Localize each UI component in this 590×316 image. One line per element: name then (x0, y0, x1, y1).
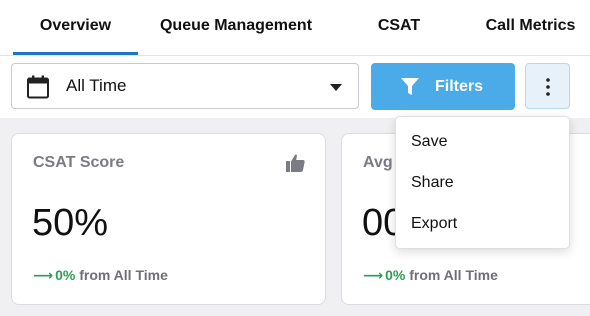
tab-bar: Overview Queue Management CSAT Call Metr… (0, 0, 590, 56)
date-range-label: All Time (66, 76, 127, 95)
arrow-right-icon: ⟶ (363, 267, 384, 283)
thumbs-up-icon (286, 154, 305, 172)
change-percent: 0% (55, 267, 76, 283)
menu-item-export[interactable]: Export (396, 204, 569, 244)
csat-score-card: CSAT Score 50% ⟶ 0% from All Time (11, 133, 326, 305)
menu-item-save[interactable]: Save (396, 122, 569, 162)
top-toolbar: Overview Queue Management CSAT Call Metr… (0, 0, 590, 118)
tab-queue-management[interactable]: Queue Management (148, 0, 324, 53)
filters-button-label: Filters (435, 78, 484, 95)
tab-call-metrics[interactable]: Call Metrics (478, 0, 583, 53)
change-percent: 0% (385, 267, 406, 283)
arrow-right-icon: ⟶ (33, 267, 54, 283)
calendar-icon (27, 75, 49, 99)
card-title: Avg (363, 154, 393, 171)
filters-button[interactable]: Filters (371, 63, 515, 110)
tab-overview[interactable]: Overview (13, 0, 138, 55)
menu-item-share[interactable]: Share (396, 163, 569, 203)
date-range-select[interactable]: All Time (11, 63, 359, 109)
card-title: CSAT Score (33, 154, 125, 171)
caret-down-icon (330, 84, 342, 91)
tab-csat[interactable]: CSAT (363, 0, 435, 53)
card-change: ⟶ 0% from All Time (33, 267, 168, 284)
more-options-button[interactable] (525, 63, 570, 109)
card-value: 50% (32, 202, 109, 244)
more-options-menu: Save Share Export (395, 116, 570, 249)
kebab-menu-icon (546, 78, 550, 96)
change-suffix: from All Time (405, 267, 498, 283)
card-change: ⟶ 0% from All Time (363, 267, 498, 284)
change-suffix: from All Time (75, 267, 168, 283)
funnel-icon (401, 78, 419, 95)
